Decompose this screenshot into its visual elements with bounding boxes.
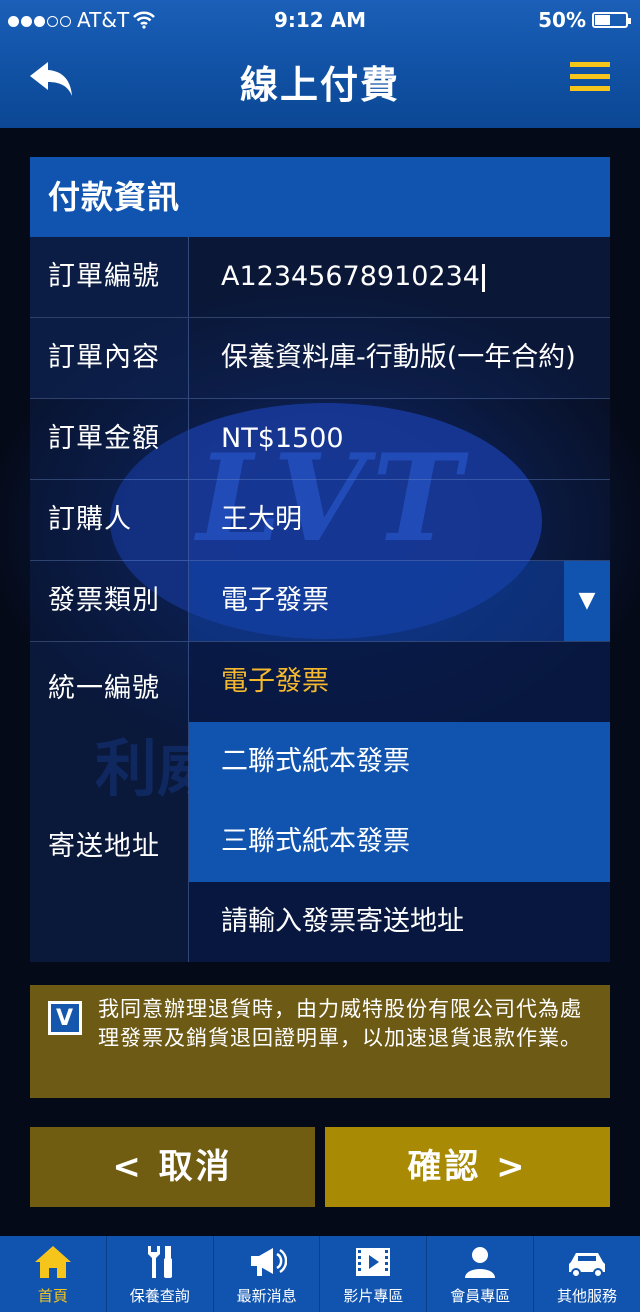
order-amount-label: 訂單金額 [30,399,189,479]
dropdown-options: 電子發票 二聯式紙本發票 三聯式紙本發票 請輸入發票寄送地址 [189,642,610,962]
tab-bar: 首頁 保養查詢 最新消息 影片專區 會員專區 其他服務 [0,1236,640,1312]
text-cursor [481,263,485,292]
order-amount-value: NT$1500 [189,399,610,479]
order-amount-row: 訂單金額 NT$1500 [30,399,610,480]
label-column: 統一編號 寄送地址 [30,642,189,962]
dropdown-option-triplicate-invoice[interactable]: 三聯式紙本發票 [189,802,610,882]
film-icon [356,1248,391,1276]
order-number-field[interactable]: A12345678910234 [189,237,610,317]
dropdown-option-e-invoice[interactable]: 電子發票 [189,642,610,722]
address-input[interactable]: 請輸入發票寄送地址 [189,882,610,962]
invoice-type-label: 發票類別 [30,561,189,641]
order-content-value: 保養資料庫-行動版(一年合約) [189,318,610,398]
invoice-type-select[interactable]: 電子發票 ▼ [189,561,610,641]
megaphone-icon [250,1248,287,1276]
order-number-label: 訂單編號 [30,237,189,317]
tax-id-label: 統一編號 [48,673,160,704]
invoice-type-value: 電子發票 [221,585,329,616]
check-icon: V [51,1004,79,1032]
tab-videos-label: 影片專區 [343,1287,404,1305]
dropdown-option-duplicate-invoice[interactable]: 二聯式紙本發票 [189,722,610,802]
cancel-button[interactable]: < 取消 [30,1127,315,1207]
tab-home[interactable]: 首頁 [0,1236,107,1312]
tab-maintenance[interactable]: 保養查詢 [107,1236,214,1312]
dropdown-arrow-icon[interactable]: ▼ [564,561,610,641]
page-title: 線上付費 [239,63,400,107]
buyer-value: 王大明 [189,480,610,560]
order-content-label: 訂單內容 [30,318,189,398]
invoice-type-row: 發票類別 電子發票 ▼ [30,561,610,642]
invoice-options-block: 統一編號 寄送地址 電子發票 二聯式紙本發票 三聯式紙本發票 請輸入發票寄送地址 [30,642,610,962]
buyer-label: 訂購人 [30,480,189,560]
tab-other-services-label: 其他服務 [557,1287,618,1305]
panel-title: 付款資訊 [30,157,610,237]
order-number-row: 訂單編號 A12345678910234 [30,237,610,318]
tab-news-label: 最新消息 [236,1287,297,1305]
order-number-value: A12345678910234 [221,261,480,292]
tab-other-services[interactable]: 其他服務 [534,1236,640,1312]
tab-videos[interactable]: 影片專區 [320,1236,428,1312]
agreement-text: 我同意辦理退貨時，由力威特股份有限公司代為處理發票及銷貨退回證明單，以加速退貨退… [98,997,582,1050]
confirm-button[interactable]: 確認 > [325,1127,610,1207]
nav-header: 線上付費 [0,40,640,128]
tab-members[interactable]: 會員專區 [427,1236,535,1312]
agreement-box: V 我同意辦理退貨時，由力威特股份有限公司代為處理發票及銷貨退回證明單，以加速退… [30,985,610,1098]
address-label: 寄送地址 [48,831,160,862]
agreement-checkbox[interactable]: V [48,1001,82,1035]
payment-info-panel: 付款資訊 訂單編號 A12345678910234 訂單內容 保養資料庫-行動版… [30,157,610,962]
tab-home-label: 首頁 [37,1287,68,1305]
buyer-row: 訂購人 王大明 [30,480,610,561]
user-icon [465,1247,496,1278]
tab-maintenance-label: 保養查詢 [129,1287,190,1305]
battery-icon [592,12,631,28]
status-bar: AT&T 9:12 AM 50% [0,0,640,40]
battery-percent: 50% [538,8,586,32]
order-content-row: 訂單內容 保養資料庫-行動版(一年合約) [30,318,610,399]
tab-news[interactable]: 最新消息 [214,1236,321,1312]
tab-members-label: 會員專區 [450,1287,511,1305]
tools-icon [147,1246,172,1278]
car-icon [569,1253,606,1278]
home-icon [34,1246,71,1278]
hamburger-menu-icon[interactable] [570,62,610,96]
